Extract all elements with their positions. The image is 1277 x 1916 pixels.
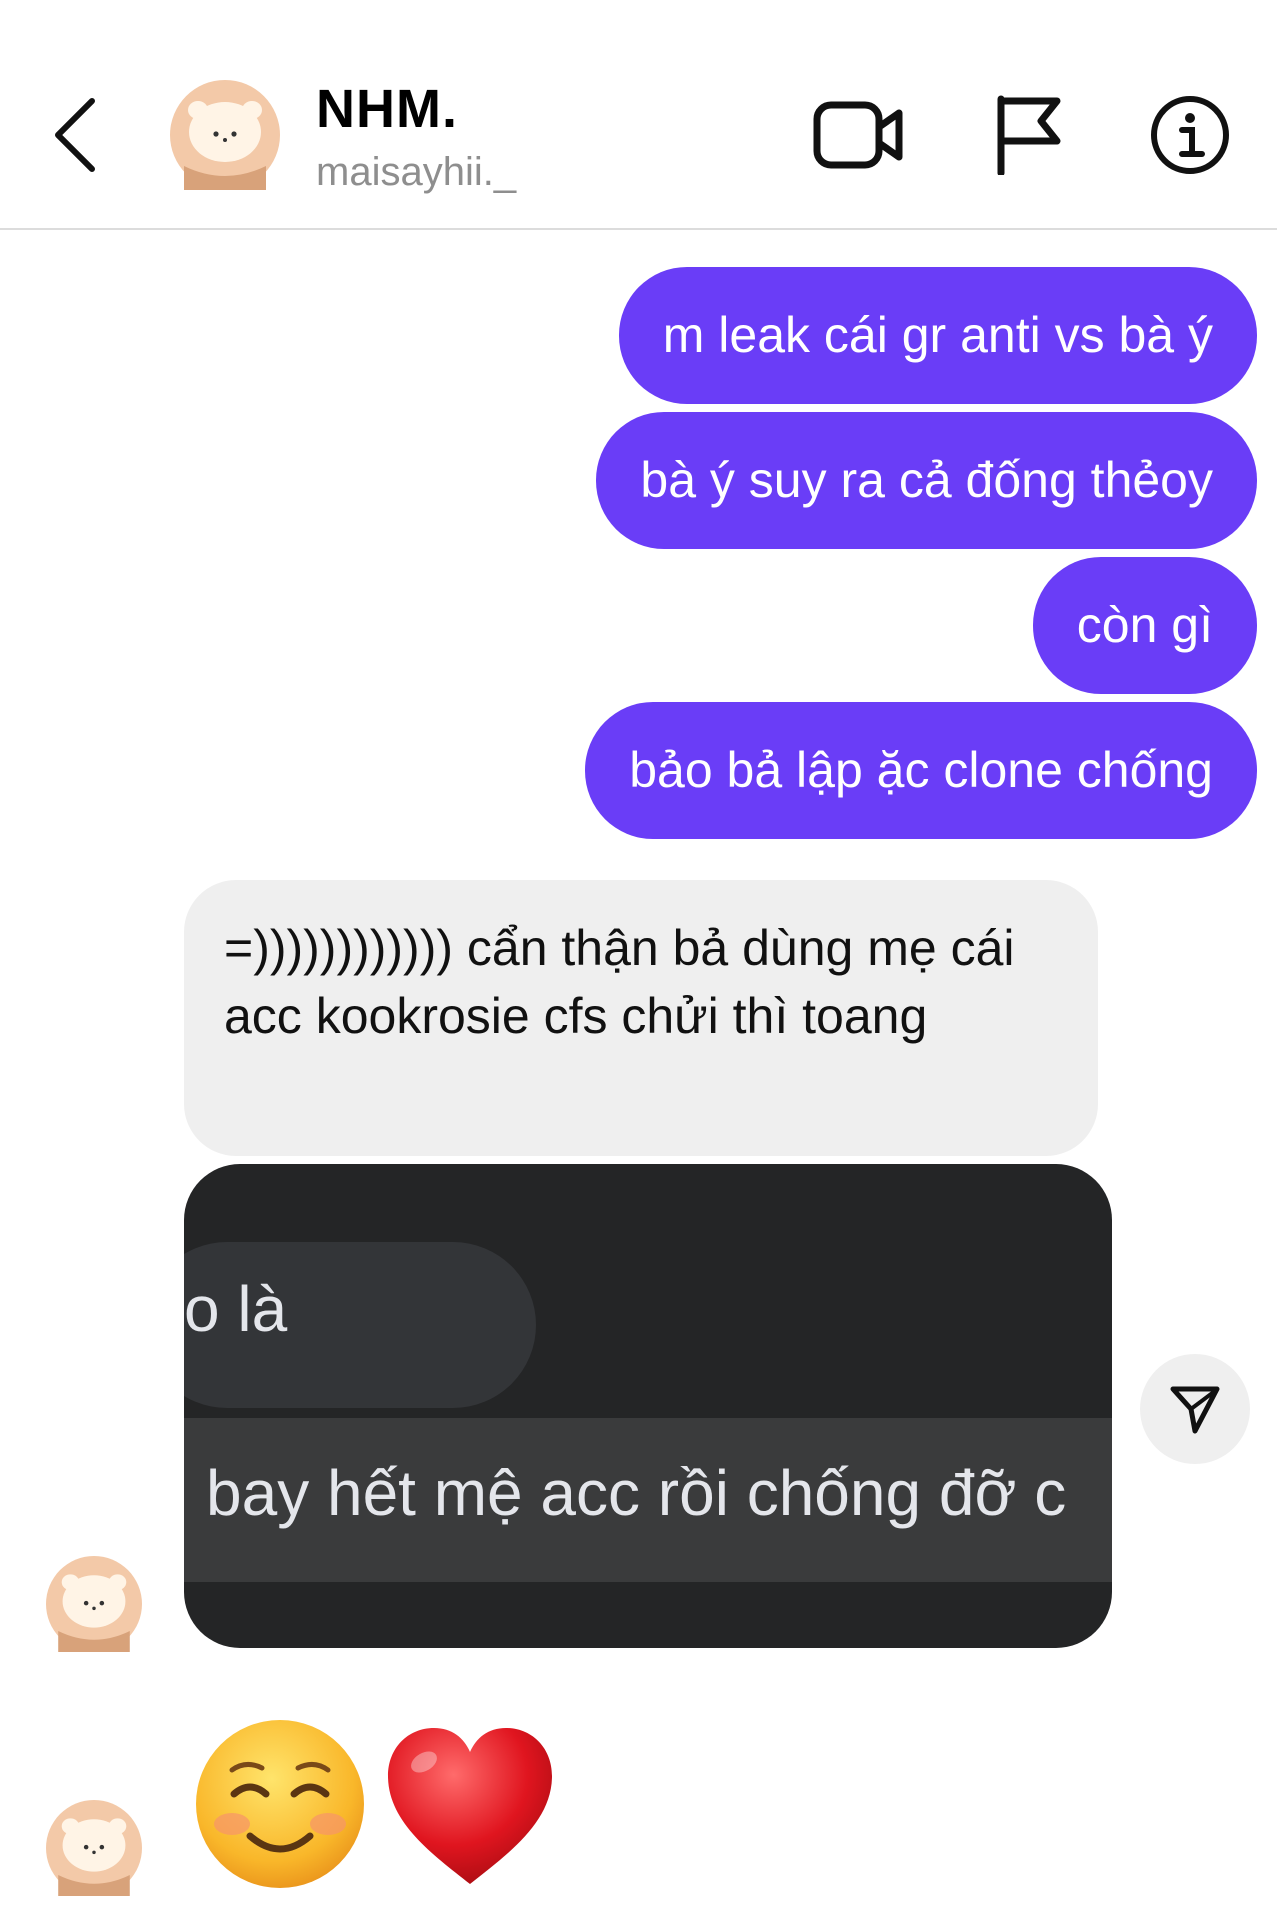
report-button[interactable]: [978, 90, 1078, 180]
outgoing-message[interactable]: còn gì: [1032, 557, 1257, 694]
avatar[interactable]: [46, 1800, 142, 1896]
chevron-left-icon: [55, 98, 95, 172]
share-button[interactable]: [1140, 1354, 1250, 1464]
outgoing-message[interactable]: bảo bả lập ặc clone chống: [585, 702, 1257, 839]
emoji-message[interactable]: [192, 1714, 572, 1899]
outgoing-message[interactable]: m leak cái gr anti vs bà ý: [618, 267, 1257, 404]
outgoing-message[interactable]: bà ý suy ra cả đống thẻoy: [596, 412, 1257, 549]
video-call-button[interactable]: [808, 90, 908, 180]
avatar[interactable]: [46, 1556, 142, 1652]
image-text-line: o là: [184, 1273, 288, 1345]
video-camera-icon: [813, 101, 903, 169]
shared-image-message[interactable]: o là bay hết mệ acc rồi chống đỡ c: [184, 1164, 1112, 1648]
flag-icon: [997, 95, 1061, 175]
contact-name[interactable]: NHM.: [316, 78, 458, 140]
smiling-face-icon: [196, 1720, 364, 1888]
red-heart-icon: [388, 1728, 552, 1884]
send-icon: [1170, 1386, 1220, 1434]
info-button[interactable]: [1140, 90, 1240, 180]
avatar[interactable]: [170, 80, 280, 190]
info-icon: [1151, 96, 1229, 174]
contact-username: maisayhii._: [316, 150, 517, 194]
back-button[interactable]: [40, 90, 110, 180]
incoming-message[interactable]: =)))))))))))) cẩn thận bả dùng mẹ cái ac…: [184, 880, 1098, 1156]
chat-header: NHM. maisayhii._: [0, 0, 1277, 230]
image-text-line: bay hết mệ acc rồi chống đỡ c: [206, 1457, 1067, 1529]
